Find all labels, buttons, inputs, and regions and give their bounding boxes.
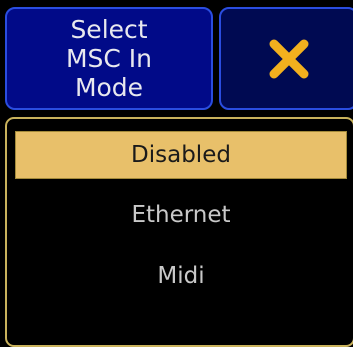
- option-midi[interactable]: Midi: [15, 252, 347, 300]
- dialog-title-line-2: MSC In: [65, 44, 153, 73]
- dialog-title-line-1: Select: [70, 15, 148, 44]
- dialog-title-line-3: Mode: [74, 73, 144, 102]
- option-label: Ethernet: [131, 202, 231, 228]
- option-label: Midi: [157, 263, 205, 289]
- option-label: Disabled: [131, 142, 231, 168]
- options-list: Disabled Ethernet Midi: [5, 117, 353, 347]
- close-button[interactable]: [219, 7, 353, 110]
- close-icon: [269, 39, 308, 78]
- option-ethernet[interactable]: Ethernet: [15, 191, 347, 239]
- option-disabled[interactable]: Disabled: [15, 131, 347, 179]
- dialog-title: Select MSC In Mode: [5, 7, 213, 110]
